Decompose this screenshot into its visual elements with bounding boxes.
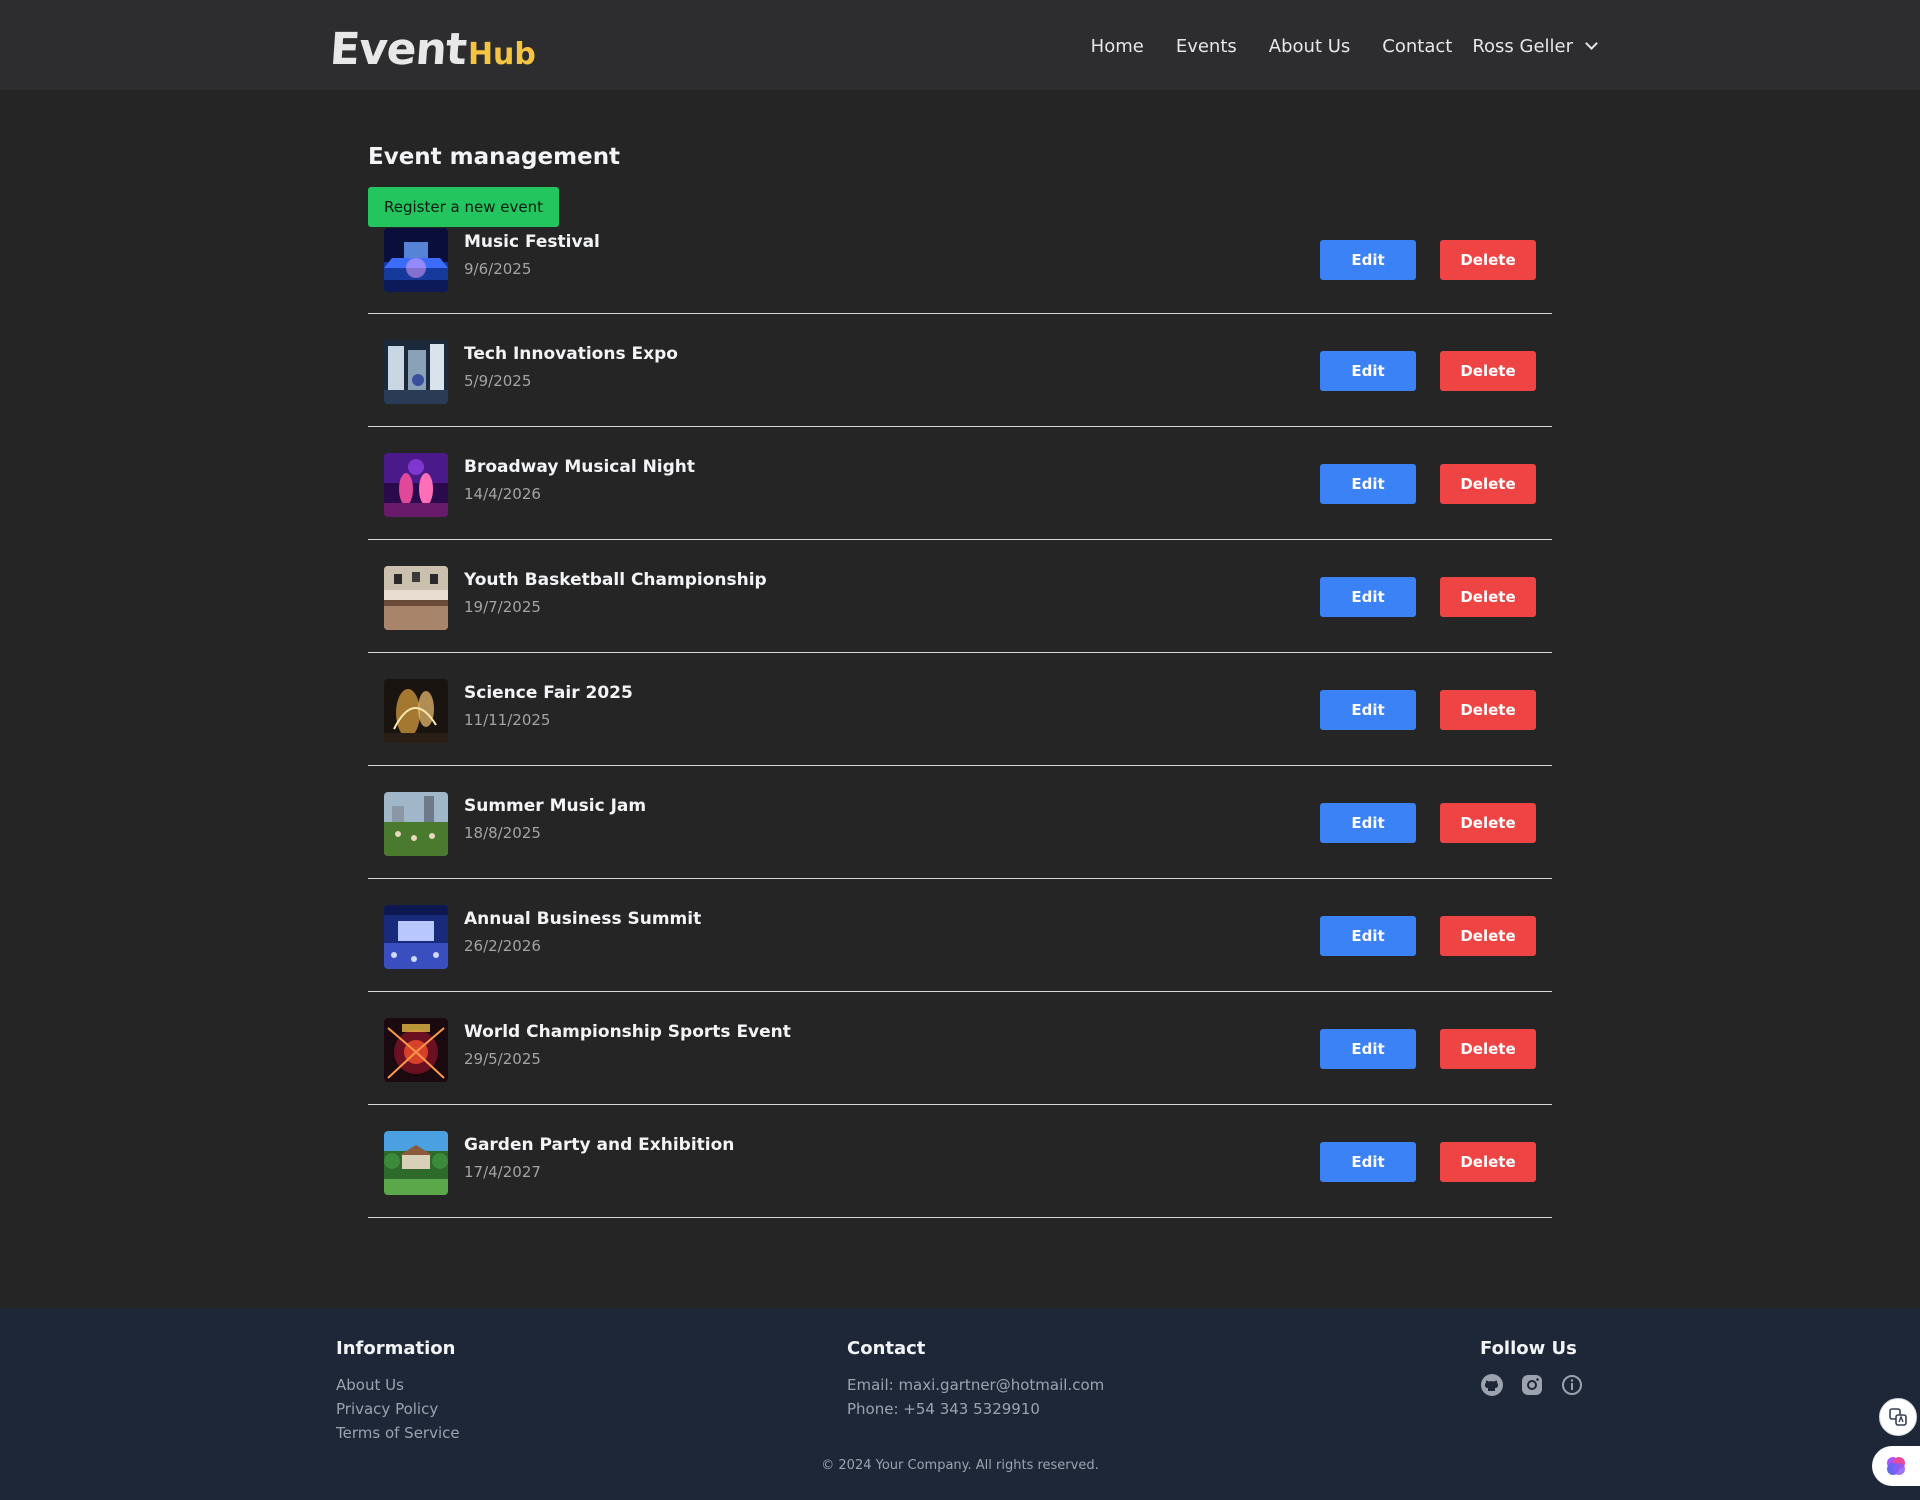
info-circle-icon[interactable]: [1560, 1373, 1584, 1397]
event-thumbnail: [384, 792, 448, 856]
event-date: 14/4/2026: [464, 485, 541, 503]
chevron-down-icon: [1585, 36, 1598, 50]
event-row: Annual Business Summit 26/2/2026 Edit De…: [368, 879, 1552, 992]
event-thumbnail: [384, 566, 448, 630]
event-date: 19/7/2025: [464, 598, 541, 616]
footer-information-title: Information: [336, 1338, 456, 1359]
event-thumbnail: [384, 340, 448, 404]
edit-button[interactable]: Edit: [1320, 1029, 1416, 1069]
event-row: Summer Music Jam 18/8/2025 Edit Delete: [368, 766, 1552, 879]
delete-button[interactable]: Delete: [1440, 1142, 1536, 1182]
logo-hub-text: Hub: [467, 37, 536, 72]
footer-link-about-us[interactable]: About Us: [336, 1373, 460, 1397]
event-thumbnail: [384, 453, 448, 517]
brain-icon: [1887, 1457, 1905, 1475]
delete-button[interactable]: Delete: [1440, 577, 1536, 617]
event-date: 26/2/2026: [464, 937, 541, 955]
footer-information: Information About Us Privacy Policy Term…: [336, 1338, 460, 1445]
footer-phone: Phone: +54 343 5329910: [847, 1400, 1040, 1418]
nav-events[interactable]: Events: [1176, 36, 1237, 57]
delete-button[interactable]: Delete: [1440, 351, 1536, 391]
social-icons: [1480, 1373, 1584, 1397]
user-name: Ross Geller: [1472, 35, 1573, 57]
event-thumbnail: [384, 1131, 448, 1195]
edit-button[interactable]: Edit: [1320, 351, 1416, 391]
event-title: Broadway Musical Night: [464, 457, 696, 477]
footer-link-privacy-policy[interactable]: Privacy Policy: [336, 1397, 460, 1421]
user-menu[interactable]: Ross Geller: [1472, 35, 1598, 57]
footer-follow-title: Follow Us: [1480, 1338, 1577, 1359]
event-title: Science Fair 2025: [464, 683, 633, 703]
event-row: Science Fair 2025 11/11/2025 Edit Delete: [368, 653, 1552, 766]
delete-button[interactable]: Delete: [1440, 1029, 1536, 1069]
delete-button[interactable]: Delete: [1440, 464, 1536, 504]
event-thumbnail: [384, 228, 448, 292]
edit-button[interactable]: Edit: [1320, 690, 1416, 730]
delete-button[interactable]: Delete: [1440, 240, 1536, 280]
page-title: Event management: [368, 144, 621, 170]
event-title: Youth Basketball Championship: [464, 570, 767, 590]
event-date: 5/9/2025: [464, 372, 532, 390]
event-row: Youth Basketball Championship 19/7/2025 …: [368, 540, 1552, 653]
edit-button[interactable]: Edit: [1320, 464, 1416, 504]
translate-icon: [1889, 1408, 1907, 1426]
event-date: 9/6/2025: [464, 260, 532, 278]
eventhub-logo[interactable]: Event Hub: [328, 20, 536, 75]
nav-home[interactable]: Home: [1091, 36, 1144, 57]
edit-button[interactable]: Edit: [1320, 803, 1416, 843]
instagram-icon[interactable]: [1520, 1373, 1544, 1397]
event-row: Garden Party and Exhibition 17/4/2027 Ed…: [368, 1105, 1552, 1218]
event-row: Broadway Musical Night 14/4/2026 Edit De…: [368, 427, 1552, 540]
main-nav: Home Events About Us Contact Ross Geller: [1059, 0, 1598, 92]
logo-event-text: Event: [328, 24, 468, 75]
event-title: World Championship Sports Event: [464, 1022, 791, 1042]
register-event-button[interactable]: Register a new event: [368, 187, 559, 227]
edit-button[interactable]: Edit: [1320, 1142, 1416, 1182]
event-list: Music Festival 9/6/2025 Edit Delete Tech…: [368, 228, 1552, 1218]
delete-button[interactable]: Delete: [1440, 803, 1536, 843]
event-title: Music Festival: [464, 232, 600, 252]
top-navbar: Event Hub Home Events About Us Contact R…: [0, 0, 1920, 90]
copyright: © 2024 Your Company. All rights reserved…: [821, 1458, 1099, 1473]
edit-button[interactable]: Edit: [1320, 577, 1416, 617]
site-footer: Information About Us Privacy Policy Term…: [0, 1308, 1920, 1500]
footer-email: Email: maxi.gartner@hotmail.com: [847, 1376, 1105, 1394]
event-thumbnail: [384, 679, 448, 743]
footer-contact: Contact Email: maxi.gartner@hotmail.com …: [847, 1338, 1104, 1421]
delete-button[interactable]: Delete: [1440, 916, 1536, 956]
event-thumbnail: [384, 905, 448, 969]
event-row: Tech Innovations Expo 5/9/2025 Edit Dele…: [368, 314, 1552, 427]
footer-follow-us: Follow Us: [1480, 1338, 1584, 1397]
event-title: Tech Innovations Expo: [464, 344, 678, 364]
nav-contact[interactable]: Contact: [1382, 36, 1452, 57]
event-thumbnail: [384, 1018, 448, 1082]
event-date: 18/8/2025: [464, 824, 541, 842]
event-date: 29/5/2025: [464, 1050, 541, 1068]
event-row: World Championship Sports Event 29/5/202…: [368, 992, 1552, 1105]
event-date: 17/4/2027: [464, 1163, 541, 1181]
ai-assistant-button[interactable]: [1872, 1446, 1920, 1486]
github-icon[interactable]: [1480, 1373, 1504, 1397]
footer-link-terms-of-service[interactable]: Terms of Service: [336, 1421, 460, 1445]
delete-button[interactable]: Delete: [1440, 690, 1536, 730]
edit-button[interactable]: Edit: [1320, 916, 1416, 956]
nav-about-us[interactable]: About Us: [1269, 36, 1351, 57]
footer-contact-title: Contact: [847, 1338, 926, 1359]
event-row: Music Festival 9/6/2025 Edit Delete: [368, 228, 1552, 314]
event-title: Summer Music Jam: [464, 796, 647, 816]
translate-widget-button[interactable]: [1879, 1398, 1917, 1436]
edit-button[interactable]: Edit: [1320, 240, 1416, 280]
event-date: 11/11/2025: [464, 711, 551, 729]
event-title: Annual Business Summit: [464, 909, 702, 929]
event-title: Garden Party and Exhibition: [464, 1135, 735, 1155]
